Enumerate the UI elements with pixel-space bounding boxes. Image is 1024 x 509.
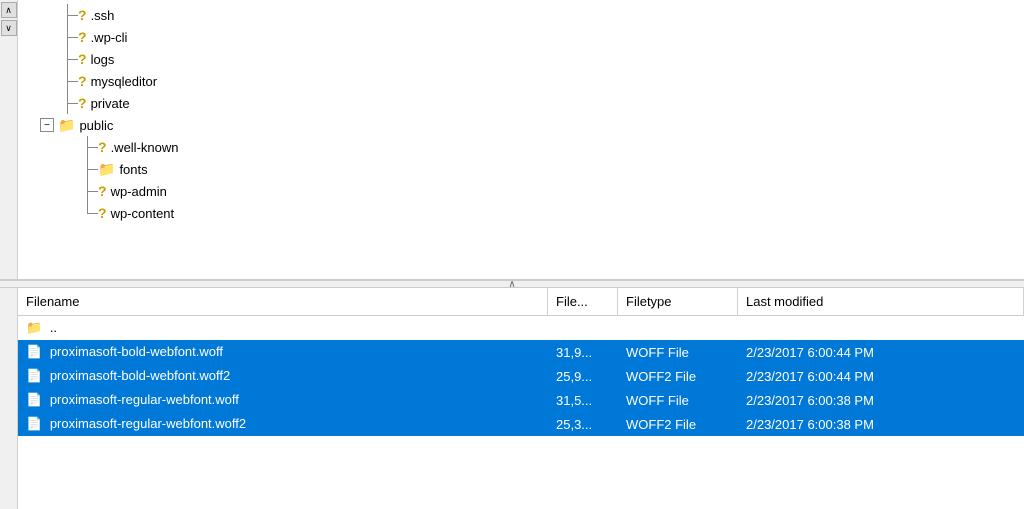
tree-line bbox=[58, 48, 78, 70]
tree-item-wellknown[interactable]: ? .well-known bbox=[18, 136, 1024, 158]
unknown-icon: ? bbox=[78, 73, 87, 89]
tree-scrollbar[interactable]: ∧ ∨ bbox=[0, 0, 18, 279]
tree-line bbox=[78, 180, 98, 202]
tree-label: public bbox=[79, 118, 113, 133]
file-cell-size: 25,9... bbox=[548, 367, 618, 386]
file-cell-type: WOFF File bbox=[618, 391, 738, 410]
tree-label: fonts bbox=[119, 162, 147, 177]
scroll-down-btn[interactable]: ∨ bbox=[1, 20, 17, 36]
tree-label: private bbox=[91, 96, 130, 111]
file-cell-type: WOFF2 File bbox=[618, 415, 738, 434]
file-content: Filename File... Filetype Last modified … bbox=[18, 288, 1024, 509]
file-row-3[interactable]: 📄 proximasoft-regular-webfont.woff 31,5.… bbox=[18, 388, 1024, 412]
file-scrollbar[interactable] bbox=[0, 288, 18, 509]
tree-label: .wp-cli bbox=[91, 30, 128, 45]
file-icon: 📄 bbox=[26, 416, 42, 431]
tree-item-wpadmin[interactable]: ? wp-admin bbox=[18, 180, 1024, 202]
file-cell-size: 31,9... bbox=[548, 343, 618, 362]
tree-label: mysqleditor bbox=[91, 74, 157, 89]
file-header: Filename File... Filetype Last modified bbox=[18, 288, 1024, 316]
tree-line bbox=[58, 92, 78, 114]
unknown-icon: ? bbox=[98, 139, 107, 155]
col-header-filetype: Filetype bbox=[618, 288, 738, 315]
tree-item-mysqleditor[interactable]: ? mysqleditor bbox=[18, 70, 1024, 92]
unknown-icon: ? bbox=[78, 29, 87, 45]
tree-label: .well-known bbox=[111, 140, 179, 155]
tree-item-public[interactable]: − 📁 public bbox=[18, 114, 1024, 136]
file-cell-size: 31,5... bbox=[548, 391, 618, 410]
folder-icon: 📁 bbox=[26, 320, 42, 335]
resize-handle[interactable]: ∧ bbox=[0, 280, 1024, 288]
file-cell-lastmod: 2/23/2017 6:00:44 PM bbox=[738, 343, 1024, 362]
file-row-4[interactable]: 📄 proximasoft-regular-webfont.woff2 25,3… bbox=[18, 412, 1024, 436]
tree-line bbox=[58, 70, 78, 92]
file-cell-filename: 📄 proximasoft-bold-webfont.woff2 bbox=[18, 366, 548, 386]
file-cell-filename: 📄 proximasoft-bold-webfont.woff bbox=[18, 342, 548, 362]
file-cell-lastmod: 2/23/2017 6:00:38 PM bbox=[738, 391, 1024, 410]
file-cell-filename: 📄 proximasoft-regular-webfont.woff2 bbox=[18, 414, 548, 434]
file-cell-lastmod: 2/23/2017 6:00:44 PM bbox=[738, 367, 1024, 386]
tree-label: .ssh bbox=[91, 8, 115, 23]
folder-icon: 📁 bbox=[58, 117, 75, 134]
file-cell-type: WOFF2 File bbox=[618, 367, 738, 386]
file-cell-size bbox=[548, 326, 618, 330]
tree-content: ? .ssh ? .wp-cli ? logs ? bbox=[18, 0, 1024, 279]
collapse-button[interactable]: − bbox=[40, 118, 54, 132]
unknown-icon: ? bbox=[78, 51, 87, 67]
file-icon: 📄 bbox=[26, 344, 42, 359]
tree-item-logs[interactable]: ? logs bbox=[18, 48, 1024, 70]
unknown-icon: ? bbox=[78, 95, 87, 111]
tree-label: wp-content bbox=[111, 206, 175, 221]
file-row-1[interactable]: 📄 proximasoft-bold-webfont.woff 31,9... … bbox=[18, 340, 1024, 364]
tree-line bbox=[58, 4, 78, 26]
unknown-icon: ? bbox=[98, 183, 107, 199]
unknown-icon: ? bbox=[78, 7, 87, 23]
file-cell-type bbox=[618, 326, 738, 330]
scroll-up-btn[interactable]: ∧ bbox=[1, 2, 17, 18]
tree-item-ssh[interactable]: ? .ssh bbox=[18, 4, 1024, 26]
file-cell-lastmod bbox=[738, 326, 1024, 330]
tree-line bbox=[78, 158, 98, 180]
file-cell-size: 25,3... bbox=[548, 415, 618, 434]
tree-label: wp-admin bbox=[111, 184, 167, 199]
folder-icon: 📁 bbox=[98, 161, 115, 178]
file-row-2[interactable]: 📄 proximasoft-bold-webfont.woff2 25,9...… bbox=[18, 364, 1024, 388]
tree-item-private[interactable]: ? private bbox=[18, 92, 1024, 114]
tree-label: logs bbox=[91, 52, 115, 67]
tree-item-wpcli[interactable]: ? .wp-cli bbox=[18, 26, 1024, 48]
col-header-lastmod: Last modified bbox=[738, 288, 1024, 315]
file-rows: 📁 .. 📄 proximasoft-bold-webfont.woff 31,… bbox=[18, 316, 1024, 509]
file-pane: Filename File... Filetype Last modified … bbox=[0, 288, 1024, 509]
unknown-icon: ? bbox=[98, 205, 107, 221]
tree-line bbox=[58, 26, 78, 48]
tree-item-wpcontent[interactable]: ? wp-content bbox=[18, 202, 1024, 224]
tree-item-fonts[interactable]: 📁 fonts bbox=[18, 158, 1024, 180]
tree-pane: ∧ ∨ ? .ssh ? .wp-cli ? bbox=[0, 0, 1024, 280]
file-cell-filename: 📁 .. bbox=[18, 318, 548, 338]
file-icon: 📄 bbox=[26, 392, 42, 407]
col-header-filename: Filename bbox=[18, 288, 548, 315]
col-header-filesize: File... bbox=[548, 288, 618, 315]
file-cell-lastmod: 2/23/2017 6:00:38 PM bbox=[738, 415, 1024, 434]
file-cell-filename: 📄 proximasoft-regular-webfont.woff bbox=[18, 390, 548, 410]
tree-line-last bbox=[78, 202, 98, 224]
file-row-parent[interactable]: 📁 .. bbox=[18, 316, 1024, 340]
file-icon: 📄 bbox=[26, 368, 42, 383]
tree-line bbox=[78, 136, 98, 158]
main-container: ∧ ∨ ? .ssh ? .wp-cli ? bbox=[0, 0, 1024, 509]
file-cell-type: WOFF File bbox=[618, 343, 738, 362]
